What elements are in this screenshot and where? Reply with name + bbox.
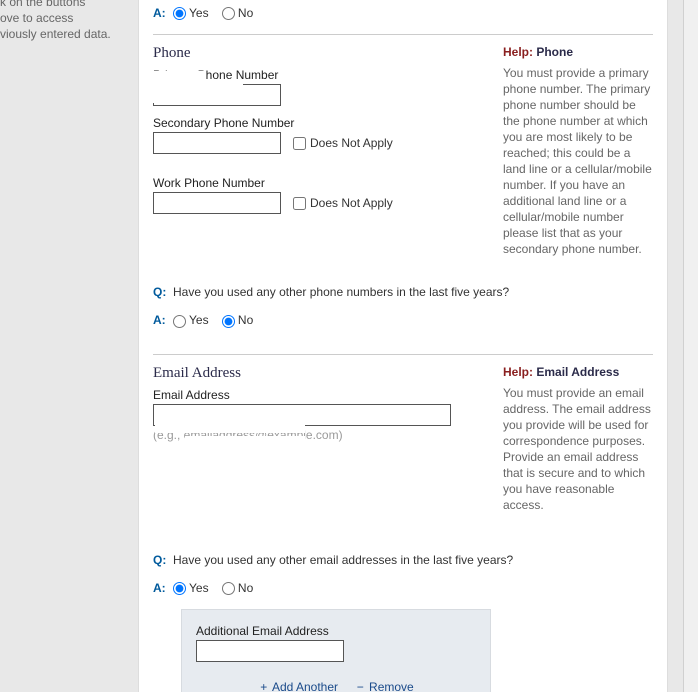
answer-row-top: A: Yes No [153,6,653,20]
additional-email-block: Additional Email Address + Add Another −… [181,609,491,692]
secondary-dna-label[interactable]: Does Not Apply [289,134,393,153]
secondary-phone-label: Secondary Phone Number [153,116,489,130]
q-label-phones: Q: [153,285,173,299]
work-dna-label[interactable]: Does Not Apply [289,194,393,213]
email-input[interactable] [153,404,451,426]
a-label-phones: A: [153,313,173,327]
help-title-email: Email Address [536,365,619,379]
radio-yes-top-text: Yes [189,6,209,20]
secondary-phone-input[interactable] [153,132,281,154]
remove-link[interactable]: Remove [369,680,414,692]
q-text-emails: Have you used any other email addresses … [173,553,653,567]
radio-no-top-label[interactable]: No [222,6,253,20]
radio-no-emails[interactable] [222,582,235,595]
radio-no-phones-text: No [238,313,253,327]
radio-yes-top-label[interactable]: Yes [173,6,209,20]
question-other-phones: Q: Have you used any other phone numbers… [153,285,653,327]
answer-label: A: [153,6,173,20]
divider [153,354,653,355]
left-sidebar-hint: k on the buttons ove to access viously e… [0,0,130,42]
q-label-emails: Q: [153,553,173,567]
form-panel: A: Yes No Phone Primary Phone Number Sec… [138,0,668,692]
help-prefix-email: Help: [503,365,533,379]
help-body-phone: You must provide a primary phone number.… [503,65,653,257]
work-dna-text: Does Not Apply [310,196,393,210]
radio-yes-top[interactable] [173,7,186,20]
radio-no-emails-text: No [238,581,253,595]
radio-yes-emails-text: Yes [189,581,209,595]
help-body-email: You must provide an email address. The e… [503,385,653,513]
add-another-link[interactable]: Add Another [272,680,338,692]
radio-yes-emails-label[interactable]: Yes [173,581,209,595]
email-label: Email Address [153,388,489,402]
radio-no-top[interactable] [222,7,235,20]
section-title-phone: Phone [153,45,489,62]
help-email: Help: Email Address You must provide an … [503,361,653,513]
plus-icon: + [260,680,267,692]
primary-phone-input[interactable] [153,84,281,106]
secondary-dna-checkbox[interactable] [293,137,306,150]
question-other-emails: Q: Have you used any other email address… [153,553,653,595]
radio-yes-emails[interactable] [173,582,186,595]
radio-no-phones-label[interactable]: No [222,313,253,327]
radio-yes-phones-label[interactable]: Yes [173,313,209,327]
section-title-email: Email Address [153,365,489,382]
help-phone: Help: Phone You must provide a primary p… [503,41,653,257]
radio-group-top: Yes No [173,6,263,20]
email-example: (e.g., emailaddress@example.com) [153,428,489,442]
divider [153,34,653,35]
help-prefix-phone: Help: [503,45,533,59]
additional-email-label: Additional Email Address [196,624,476,638]
radio-group-phones: Yes No [173,313,263,327]
work-dna-checkbox[interactable] [293,197,306,210]
page-root: k on the buttons ove to access viously e… [0,0,698,692]
section-email: Email Address Email Address (e.g., email… [153,361,653,513]
help-title-phone: Phone [536,45,573,59]
a-label-emails: A: [153,581,173,595]
additional-email-input[interactable] [196,640,344,662]
radio-no-phones[interactable] [222,315,235,328]
section-phone: Phone Primary Phone Number Secondary Pho… [153,41,653,257]
work-phone-label: Work Phone Number [153,176,489,190]
radio-no-emails-label[interactable]: No [222,581,253,595]
minus-icon: − [357,680,364,692]
scrollbar-track[interactable] [683,0,698,692]
primary-phone-label: Primary Phone Number [153,68,489,82]
radio-no-top-text: No [238,6,253,20]
radio-yes-phones[interactable] [173,315,186,328]
q-text-phones: Have you used any other phone numbers in… [173,285,653,299]
radio-yes-phones-text: Yes [189,313,209,327]
secondary-dna-text: Does Not Apply [310,136,393,150]
radio-group-emails: Yes No [173,581,263,595]
work-phone-input[interactable] [153,192,281,214]
